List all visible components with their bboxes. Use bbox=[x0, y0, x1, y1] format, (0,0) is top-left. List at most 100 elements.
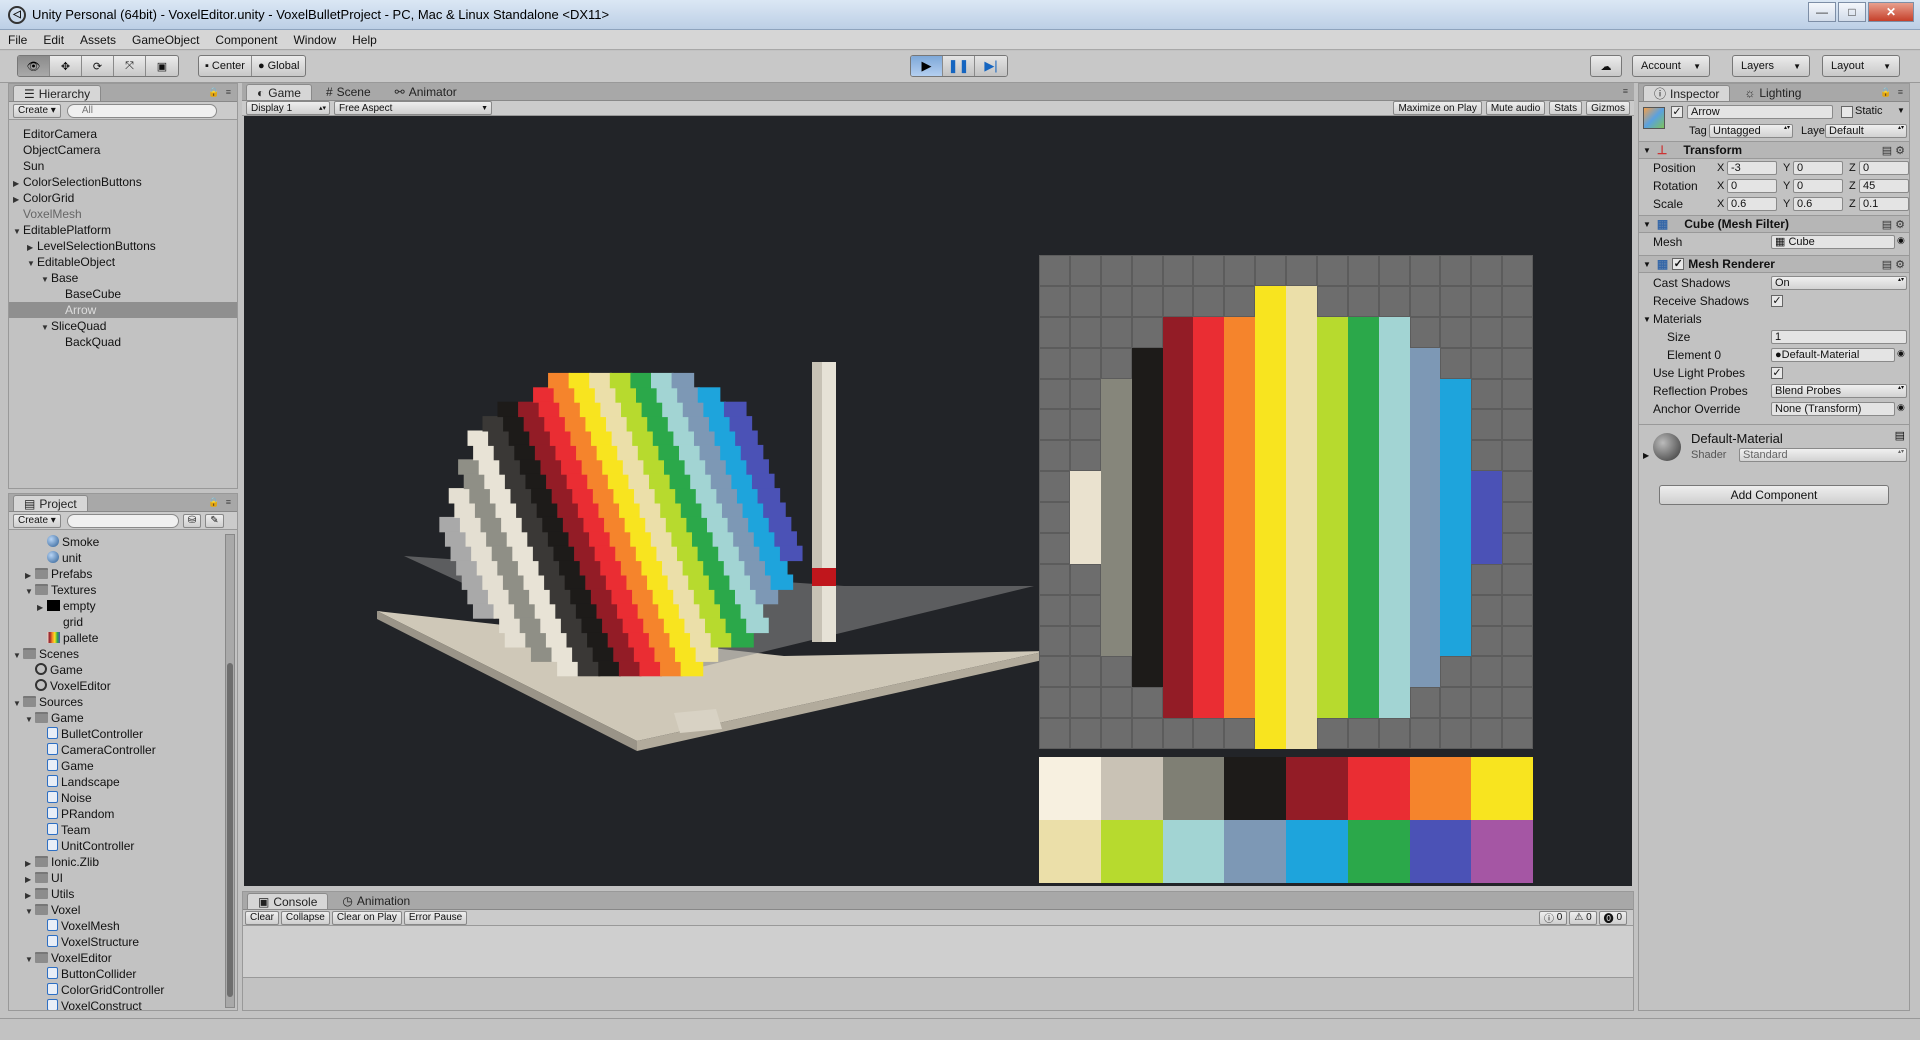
grid-cell[interactable] bbox=[1224, 316, 1256, 348]
grid-cell[interactable] bbox=[1224, 378, 1256, 410]
grid-cell[interactable] bbox=[1131, 347, 1163, 379]
palette-swatch[interactable] bbox=[1224, 757, 1286, 820]
grid-cell[interactable] bbox=[1286, 625, 1317, 657]
transform-position-x-field[interactable]: -3 bbox=[1727, 161, 1777, 175]
transform-scale-x-field[interactable]: 0.6 bbox=[1727, 197, 1777, 211]
material-help-icon[interactable]: ▤ bbox=[1895, 429, 1905, 442]
grid-cell[interactable] bbox=[1409, 409, 1441, 441]
grid-cell[interactable] bbox=[1316, 563, 1348, 595]
grid-cell[interactable] bbox=[1378, 532, 1410, 564]
grid-cell[interactable] bbox=[1347, 471, 1379, 502]
grid-cell[interactable] bbox=[1224, 347, 1256, 379]
menu-edit[interactable]: Edit bbox=[35, 33, 72, 47]
grid-cell[interactable] bbox=[1286, 316, 1317, 348]
step-icon[interactable]: ▶| bbox=[975, 56, 1007, 76]
project-item[interactable]: Game bbox=[9, 662, 223, 678]
grid-cell[interactable] bbox=[1378, 255, 1410, 286]
grid-cell[interactable] bbox=[1378, 625, 1410, 657]
grid-cell[interactable] bbox=[1255, 532, 1286, 564]
console-log-area[interactable] bbox=[243, 926, 1633, 978]
hierarchy-item[interactable]: ▼ EditableObject bbox=[9, 254, 237, 270]
grid-cell[interactable] bbox=[1069, 656, 1101, 688]
grid-cell[interactable] bbox=[1286, 594, 1317, 626]
hierarchy-item[interactable]: ObjectCamera bbox=[9, 142, 237, 158]
grid-cell[interactable] bbox=[1069, 718, 1101, 749]
palette-swatch[interactable] bbox=[1471, 820, 1533, 883]
grid-cell[interactable] bbox=[1100, 316, 1132, 348]
grid-cell[interactable] bbox=[1069, 594, 1101, 626]
object-picker-icon[interactable]: ◉ bbox=[1897, 402, 1905, 413]
palette-swatch[interactable] bbox=[1409, 757, 1472, 820]
project-item[interactable]: ▼ Game bbox=[9, 710, 223, 726]
tab-project[interactable]: ▤ Project bbox=[13, 495, 88, 511]
grid-cell[interactable] bbox=[1502, 625, 1533, 657]
grid-cell[interactable] bbox=[1255, 687, 1286, 719]
aspect-dropdown[interactable]: Free Aspect ▼ bbox=[334, 101, 492, 115]
object-picker-icon[interactable]: ◉ bbox=[1897, 235, 1905, 246]
grid-cell[interactable] bbox=[1286, 563, 1317, 595]
project-item[interactable]: unit bbox=[9, 550, 223, 566]
project-item[interactable]: CameraController bbox=[9, 742, 223, 758]
grid-cell[interactable] bbox=[1193, 656, 1225, 688]
grid-cell[interactable] bbox=[1131, 285, 1163, 317]
grid-cell[interactable] bbox=[1347, 718, 1379, 749]
grid-cell[interactable] bbox=[1286, 285, 1317, 317]
grid-cell[interactable] bbox=[1471, 594, 1503, 626]
grid-cell[interactable] bbox=[1100, 409, 1132, 441]
grid-cell[interactable] bbox=[1100, 656, 1132, 688]
tab-scene[interactable]: # Scene bbox=[316, 84, 381, 100]
project-item[interactable]: ▶ Ionic.Zlib bbox=[9, 854, 223, 870]
grid-cell[interactable] bbox=[1224, 532, 1256, 564]
grid-cell[interactable] bbox=[1131, 378, 1163, 410]
grid-cell[interactable] bbox=[1316, 285, 1348, 317]
materials-size-field[interactable]: 1 bbox=[1771, 330, 1907, 344]
project-item[interactable]: grid bbox=[9, 614, 223, 630]
grid-cell[interactable] bbox=[1378, 594, 1410, 626]
grid-cell[interactable] bbox=[1224, 440, 1256, 472]
grid-cell[interactable] bbox=[1502, 409, 1533, 441]
rotate-tool-icon[interactable]: ⟳ bbox=[82, 56, 114, 76]
grid-cell[interactable] bbox=[1255, 316, 1286, 348]
tab-inspector[interactable]: ⓘ Inspector bbox=[1643, 85, 1731, 101]
grid-cell[interactable] bbox=[1039, 255, 1070, 286]
grid-cell[interactable] bbox=[1255, 625, 1286, 657]
grid-cell[interactable] bbox=[1409, 502, 1441, 533]
grid-cell[interactable] bbox=[1162, 718, 1194, 749]
transform-rotation-x-field[interactable]: 0 bbox=[1727, 179, 1777, 193]
grid-cell[interactable] bbox=[1347, 347, 1379, 379]
play-icon[interactable]: ▶ bbox=[911, 56, 943, 76]
grid-cell[interactable] bbox=[1131, 656, 1163, 688]
palette-swatch[interactable] bbox=[1039, 820, 1101, 883]
filter-by-type-icon[interactable]: ⛁ bbox=[182, 513, 202, 528]
grid-cell[interactable] bbox=[1502, 440, 1533, 472]
grid-cell[interactable] bbox=[1316, 718, 1348, 749]
grid-cell[interactable] bbox=[1069, 471, 1101, 502]
grid-cell[interactable] bbox=[1193, 285, 1225, 317]
account-dropdown[interactable]: Account ▼ bbox=[1632, 55, 1710, 77]
console-clear-on-play-button[interactable]: Clear on Play bbox=[331, 910, 402, 925]
grid-cell[interactable] bbox=[1440, 285, 1472, 317]
grid-cell[interactable] bbox=[1255, 347, 1286, 379]
grid-cell[interactable] bbox=[1409, 625, 1441, 657]
grid-cell[interactable] bbox=[1131, 532, 1163, 564]
grid-cell[interactable] bbox=[1316, 316, 1348, 348]
console-error-pause-button[interactable]: Error Pause bbox=[403, 910, 468, 925]
grid-cell[interactable] bbox=[1378, 471, 1410, 502]
palette-swatch[interactable] bbox=[1347, 757, 1410, 820]
grid-cell[interactable] bbox=[1471, 563, 1503, 595]
transform-scale-z-field[interactable]: 0.1 bbox=[1859, 197, 1909, 211]
grid-cell[interactable] bbox=[1131, 316, 1163, 348]
palette-swatch[interactable] bbox=[1100, 757, 1163, 820]
grid-cell[interactable] bbox=[1069, 316, 1101, 348]
palette-swatch[interactable] bbox=[1286, 820, 1348, 883]
grid-cell[interactable] bbox=[1193, 471, 1225, 502]
grid-cell[interactable] bbox=[1471, 409, 1503, 441]
pivot-center-button[interactable]: ▪ Center bbox=[199, 56, 252, 76]
grid-cell[interactable] bbox=[1100, 471, 1132, 502]
component-settings-icon[interactable]: ▤ ⚙ bbox=[1882, 258, 1905, 271]
grid-cell[interactable] bbox=[1224, 656, 1256, 688]
project-item[interactable]: BulletController bbox=[9, 726, 223, 742]
grid-cell[interactable] bbox=[1193, 255, 1225, 286]
grid-cell[interactable] bbox=[1162, 532, 1194, 564]
grid-cell[interactable] bbox=[1471, 687, 1503, 719]
